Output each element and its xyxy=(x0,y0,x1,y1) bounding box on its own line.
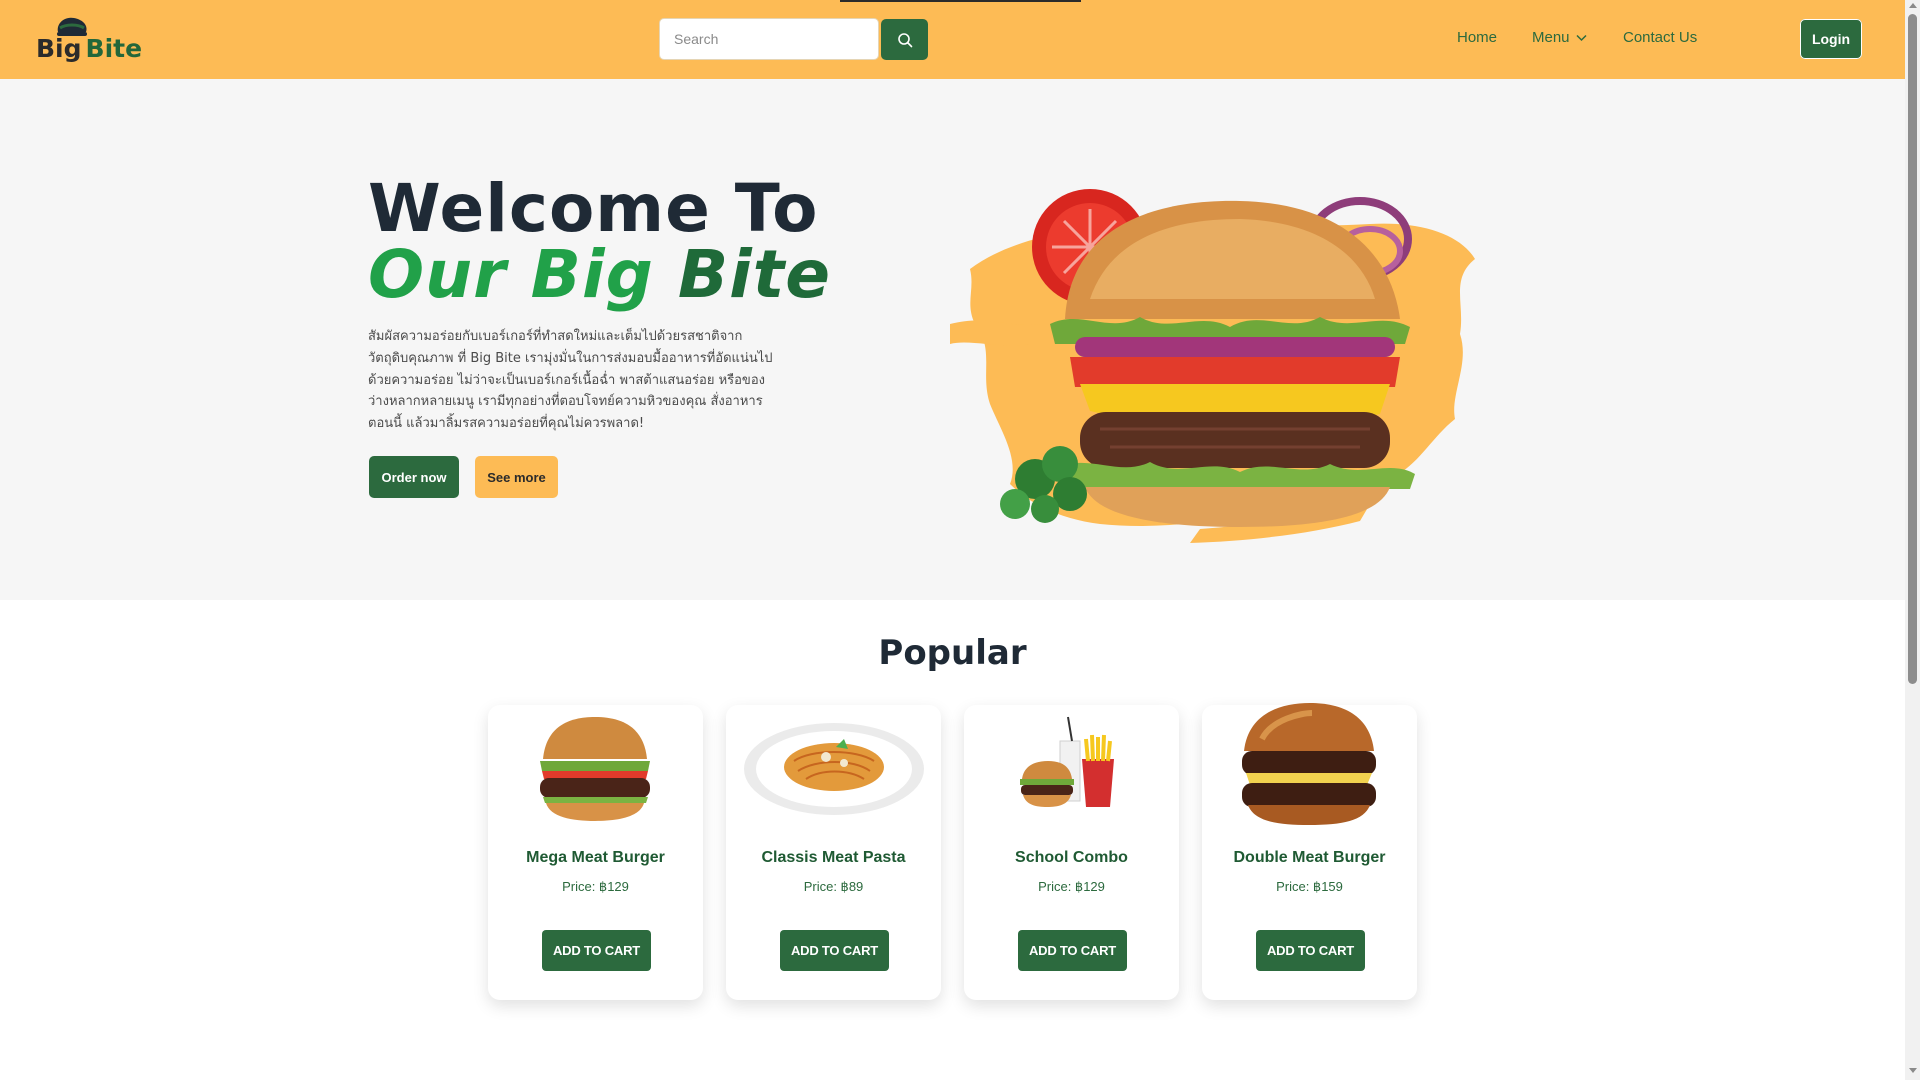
login-button[interactable]: Login xyxy=(1800,19,1862,59)
product-image-mega-meat-burger xyxy=(540,717,650,821)
product-name: School Combo xyxy=(1015,849,1128,866)
product-image-double-meat-burger xyxy=(1242,703,1376,825)
product-image-school-combo xyxy=(1020,716,1114,807)
chevron-down-icon xyxy=(1576,34,1587,41)
product-price: Price: ฿89 xyxy=(803,879,864,894)
hero-title-line2: Our Big Bite xyxy=(368,242,831,308)
search-button[interactable] xyxy=(881,19,928,60)
hero-description: สัมผัสความอร่อยกับเบอร์เกอร์ที่ทำสดใหม่แ… xyxy=(368,329,773,432)
hero-section: Welcome To Our Big Bite สัมผัสความอร่อยก… xyxy=(0,79,1905,600)
search-input[interactable] xyxy=(659,18,879,60)
order-now-button[interactable]: Order now xyxy=(369,456,459,498)
brand-word-bite: Bite xyxy=(85,34,143,63)
hero-title-word-bite: Bite xyxy=(677,236,832,313)
brand-logo[interactable]: Big Bite xyxy=(36,12,142,68)
product-price: Price: ฿129 xyxy=(562,879,629,894)
product-name: Classis Meat Pasta xyxy=(761,849,906,866)
hero-title-word-big: Big xyxy=(530,236,654,313)
nav-link-contact[interactable]: Contact Us xyxy=(1623,29,1697,46)
product-card: School Combo Price: ฿129 ADD TO CART xyxy=(964,705,1179,1000)
search-icon xyxy=(897,32,912,47)
add-to-cart-button[interactable]: ADD TO CART xyxy=(780,930,889,971)
product-name: Double Meat Burger xyxy=(1233,849,1386,866)
brand-name: Big Bite xyxy=(36,34,142,63)
see-more-button[interactable]: See more xyxy=(475,456,558,498)
product-price: Price: ฿129 xyxy=(1038,879,1105,894)
product-card: Double Meat Burger Price: ฿159 ADD TO CA… xyxy=(1202,703,1417,1000)
navbar-top-divider xyxy=(840,0,1081,2)
brand-word-big: Big xyxy=(36,34,82,63)
hero-title-word-our: Our xyxy=(368,236,507,313)
scroll-down-arrow-icon[interactable] xyxy=(1909,1068,1917,1073)
product-card: Classis Meat Pasta Price: ฿89 ADD TO CAR… xyxy=(726,705,941,1000)
product-card: Mega Meat Burger Price: ฿129 ADD TO CART xyxy=(488,705,703,1000)
vertical-scrollbar[interactable] xyxy=(1905,0,1920,1080)
nav-menu-label: Menu xyxy=(1532,29,1570,46)
popular-heading: Popular xyxy=(878,633,1027,673)
scrollbar-thumb[interactable] xyxy=(1908,14,1917,684)
product-price: Price: ฿159 xyxy=(1276,879,1343,894)
product-image-classis-meat-pasta xyxy=(744,723,924,815)
page: BigBite Home Menu Contact Us Login Welco… xyxy=(0,0,1920,1080)
add-to-cart-button[interactable]: ADD TO CART xyxy=(1256,930,1365,971)
product-name: Mega Meat Burger xyxy=(526,849,665,866)
nav-menu-dropdown[interactable]: Menu xyxy=(1532,29,1587,46)
add-to-cart-button[interactable]: ADD TO CART xyxy=(1018,930,1127,971)
hero-burger-image xyxy=(950,189,1475,543)
scroll-up-arrow-icon[interactable] xyxy=(1909,3,1917,8)
add-to-cart-button[interactable]: ADD TO CART xyxy=(542,930,651,971)
hero-title-line1: Welcome To xyxy=(368,170,819,247)
top-navbar: BigBite Home Menu Contact Us Login xyxy=(0,0,1905,79)
nav-link-home[interactable]: Home xyxy=(1457,29,1497,46)
